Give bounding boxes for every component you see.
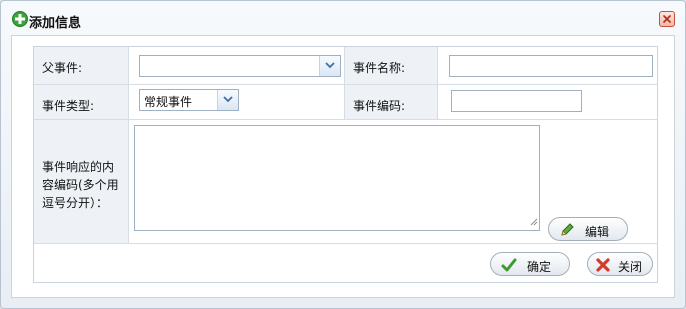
close-icon[interactable]	[659, 11, 675, 27]
parent-event-field-cell	[129, 47, 345, 85]
edit-button[interactable]: 编辑	[548, 217, 628, 241]
ok-button[interactable]: 确定	[490, 252, 570, 276]
event-type-value: 常规事件	[144, 95, 193, 109]
dialog-titlebar: 添加信息	[1, 1, 685, 35]
event-name-label: 事件名称:	[353, 61, 406, 75]
resize-grip-icon[interactable]	[530, 215, 538, 229]
check-icon	[501, 257, 517, 273]
parent-event-label-cell: 父事件:	[34, 47, 129, 85]
edit-button-label: 编辑	[585, 225, 610, 239]
close-button-label: 关闭	[618, 260, 643, 274]
event-name-input[interactable]	[449, 55, 653, 77]
pencil-icon	[559, 222, 575, 238]
info-form: 父事件: 事件名称: 事件类型: 常规事件 事件编码: 事件响应的内容编码(多个…	[33, 46, 658, 283]
event-name-field-cell	[438, 47, 657, 85]
dialog-content: 父事件: 事件名称: 事件类型: 常规事件 事件编码: 事件响应的内容编码(多个…	[11, 35, 675, 298]
plus-icon	[12, 11, 28, 27]
parent-event-label: 父事件:	[42, 61, 83, 75]
close-button[interactable]: 关闭	[587, 252, 653, 276]
event-type-label: 事件类型:	[42, 99, 95, 113]
chevron-down-icon[interactable]	[217, 90, 238, 110]
event-type-field-cell: 常规事件	[129, 85, 345, 120]
chevron-down-icon[interactable]	[319, 56, 340, 76]
event-type-label-cell: 事件类型:	[34, 85, 129, 120]
event-type-select[interactable]: 常规事件	[139, 89, 239, 111]
event-name-label-cell: 事件名称:	[345, 47, 438, 85]
event-code-field-cell	[438, 85, 657, 120]
response-code-textarea[interactable]	[134, 125, 540, 231]
event-code-label-cell: 事件编码:	[345, 85, 438, 120]
form-footer: 确定 关闭	[34, 244, 657, 282]
event-code-input[interactable]	[451, 90, 582, 112]
response-code-label: 事件响应的内容编码(多个用逗号分开）：	[42, 160, 119, 210]
dialog-title: 添加信息	[29, 16, 82, 31]
response-code-field-cell: 编辑	[129, 120, 657, 244]
response-code-label-cell: 事件响应的内容编码(多个用逗号分开）：	[34, 120, 129, 244]
add-info-dialog: 添加信息 父事件: 事件名称: 事件类型: 常规事件 事件编码: 事件响应的内容…	[0, 0, 686, 309]
close-x-icon	[595, 257, 611, 273]
ok-button-label: 确定	[527, 260, 552, 274]
parent-event-select[interactable]	[139, 55, 341, 77]
event-code-label: 事件编码:	[353, 99, 406, 113]
